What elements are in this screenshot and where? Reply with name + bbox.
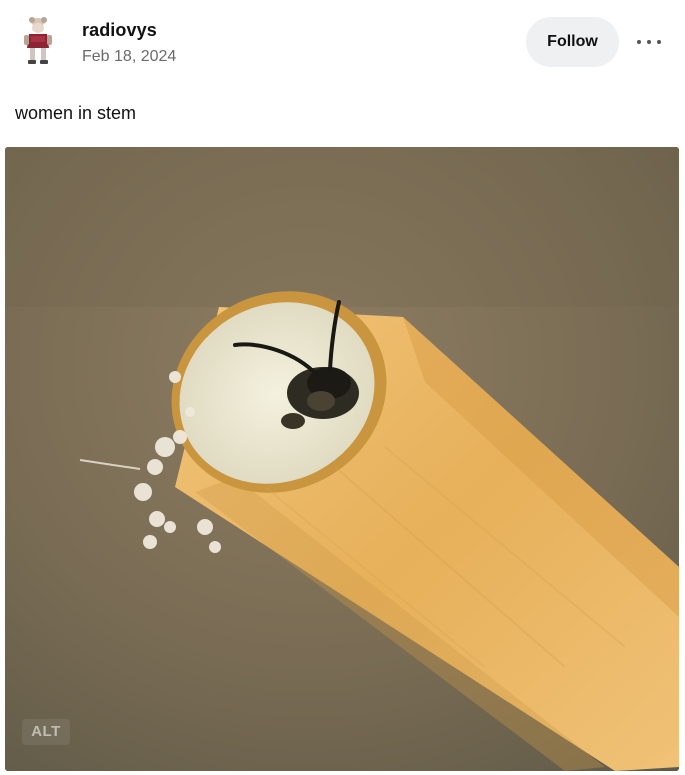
avatar-character-icon xyxy=(16,14,60,68)
post-caption: women in stem xyxy=(15,103,137,123)
author-username[interactable]: radiovys xyxy=(82,19,176,41)
post-header: radiovys Feb 18, 2024 Follow xyxy=(0,0,685,90)
alt-text-badge[interactable]: ALT xyxy=(22,719,70,745)
post-date[interactable]: Feb 18, 2024 xyxy=(82,47,176,67)
post-image[interactable]: ALT xyxy=(5,147,679,771)
more-options-icon[interactable] xyxy=(635,29,663,55)
author-block: radiovys Feb 18, 2024 xyxy=(82,19,176,67)
wasp-in-stem-photo xyxy=(5,147,679,771)
follow-button[interactable]: Follow xyxy=(526,17,619,67)
avatar[interactable] xyxy=(16,14,60,68)
